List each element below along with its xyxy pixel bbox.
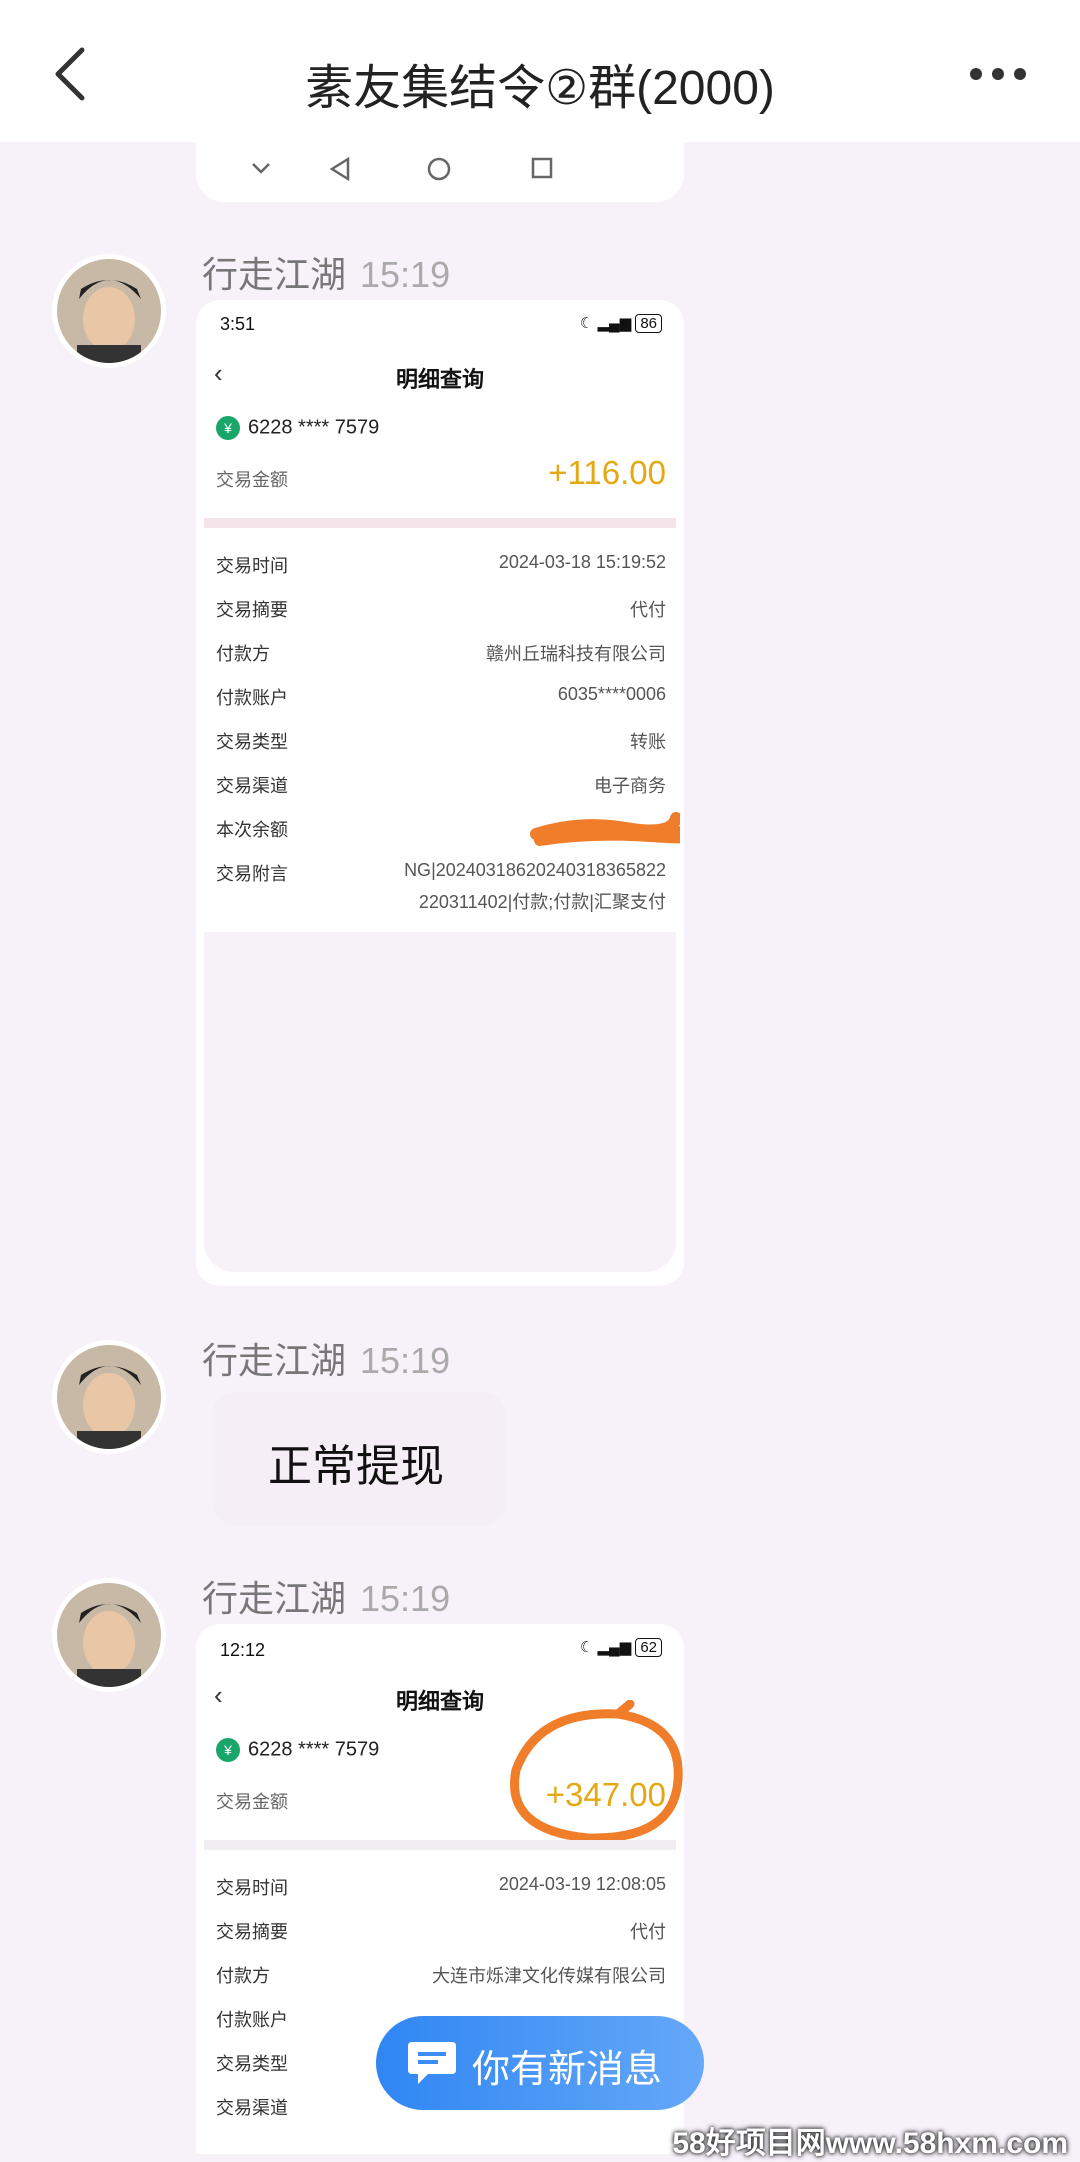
detail-row: 交易摘要 代付 xyxy=(216,1922,666,1942)
divider xyxy=(204,1840,676,1850)
nav-back-triangle-icon xyxy=(329,156,350,182)
message-time: 15:19 xyxy=(360,1340,451,1381)
detail-title: 明细查询 xyxy=(395,367,484,392)
message-time: 15:19 xyxy=(360,1578,451,1619)
detail-row: 付款方 赣州丘瑞科技有限公司 xyxy=(216,644,666,664)
nav-recents-square-icon xyxy=(531,157,553,179)
amount-label: 交易金额 xyxy=(216,470,288,490)
chat-title: 素友集结令②群(2000) xyxy=(305,62,775,115)
chevron-down-icon xyxy=(252,163,270,174)
circle-annotation xyxy=(510,1700,683,1843)
bank-card-row: ¥6228 **** 7579 xyxy=(216,1738,379,1762)
amount-label: 交易金额 xyxy=(216,1792,288,1812)
status-battery: ☾ ▂▄▆ 62 xyxy=(580,1638,662,1657)
status-time: 12:12 xyxy=(220,1640,266,1660)
avatar[interactable] xyxy=(52,1340,166,1454)
message-header: 行走江湖 15:19 xyxy=(202,1332,450,1384)
previous-screenshot-navbar xyxy=(196,140,684,202)
detail-row: 220311402|付款;付款|汇聚支付 xyxy=(418,892,666,912)
image-message-screenshot[interactable]: 3:51 ☾ ▂▄▆ 86 ‹ 明细查询 ¥6228 **** 7579 交易金… xyxy=(196,300,684,1286)
status-time: 3:51 xyxy=(220,314,256,334)
message-text: 正常提现 xyxy=(268,1442,444,1491)
detail-row: 付款方 大连市烁津文化传媒有限公司 xyxy=(216,1966,666,1986)
new-message-label: 你有新消息 xyxy=(472,2049,663,2091)
avatar[interactable] xyxy=(52,254,166,368)
bank-logo-icon: ¥ xyxy=(216,1738,240,1762)
detail-row: 交易时间 2024-03-18 15:19:52 xyxy=(216,552,666,576)
divider xyxy=(204,518,676,528)
detail-row: 交易类型 转账 xyxy=(216,732,666,752)
bank-logo-icon: ¥ xyxy=(216,416,240,440)
amount-value: +116.00 xyxy=(548,454,666,491)
avatar[interactable] xyxy=(52,1578,166,1692)
text-message-bubble[interactable]: 正常提现 xyxy=(212,1392,506,1526)
sender-name: 行走江湖 xyxy=(202,1578,347,1619)
status-battery: ☾ ▂▄▆ 86 xyxy=(580,314,662,333)
detail-row: 付款账户 6035****0006 xyxy=(216,684,666,708)
watermark: 58好项目网www.58hxm.com xyxy=(672,2127,1068,2160)
detail-row: 交易附言 NG|20240318620240318365822 xyxy=(216,860,666,884)
detail-row: 交易时间 2024-03-19 12:08:05 xyxy=(216,1874,666,1898)
blank-area xyxy=(204,932,676,1272)
sender-name: 行走江湖 xyxy=(202,1340,347,1381)
sender-name: 行走江湖 xyxy=(202,254,347,295)
detail-row: 交易摘要 代付 xyxy=(216,600,666,620)
message-time: 15:19 xyxy=(360,254,451,295)
new-message-button[interactable]: 你有新消息 xyxy=(376,2016,704,2110)
detail-row: 交易渠道 电子商务 xyxy=(216,776,666,796)
message-header: 行走江湖 15:19 xyxy=(202,246,450,298)
more-dots-icon[interactable] xyxy=(968,62,1028,86)
nav-home-circle-icon xyxy=(427,157,451,181)
chat-bubble-icon xyxy=(408,2042,456,2084)
bank-card-row: ¥6228 **** 7579 xyxy=(216,416,379,440)
scribble-redaction xyxy=(530,812,680,846)
message-header: 行走江湖 15:19 xyxy=(202,1570,450,1622)
